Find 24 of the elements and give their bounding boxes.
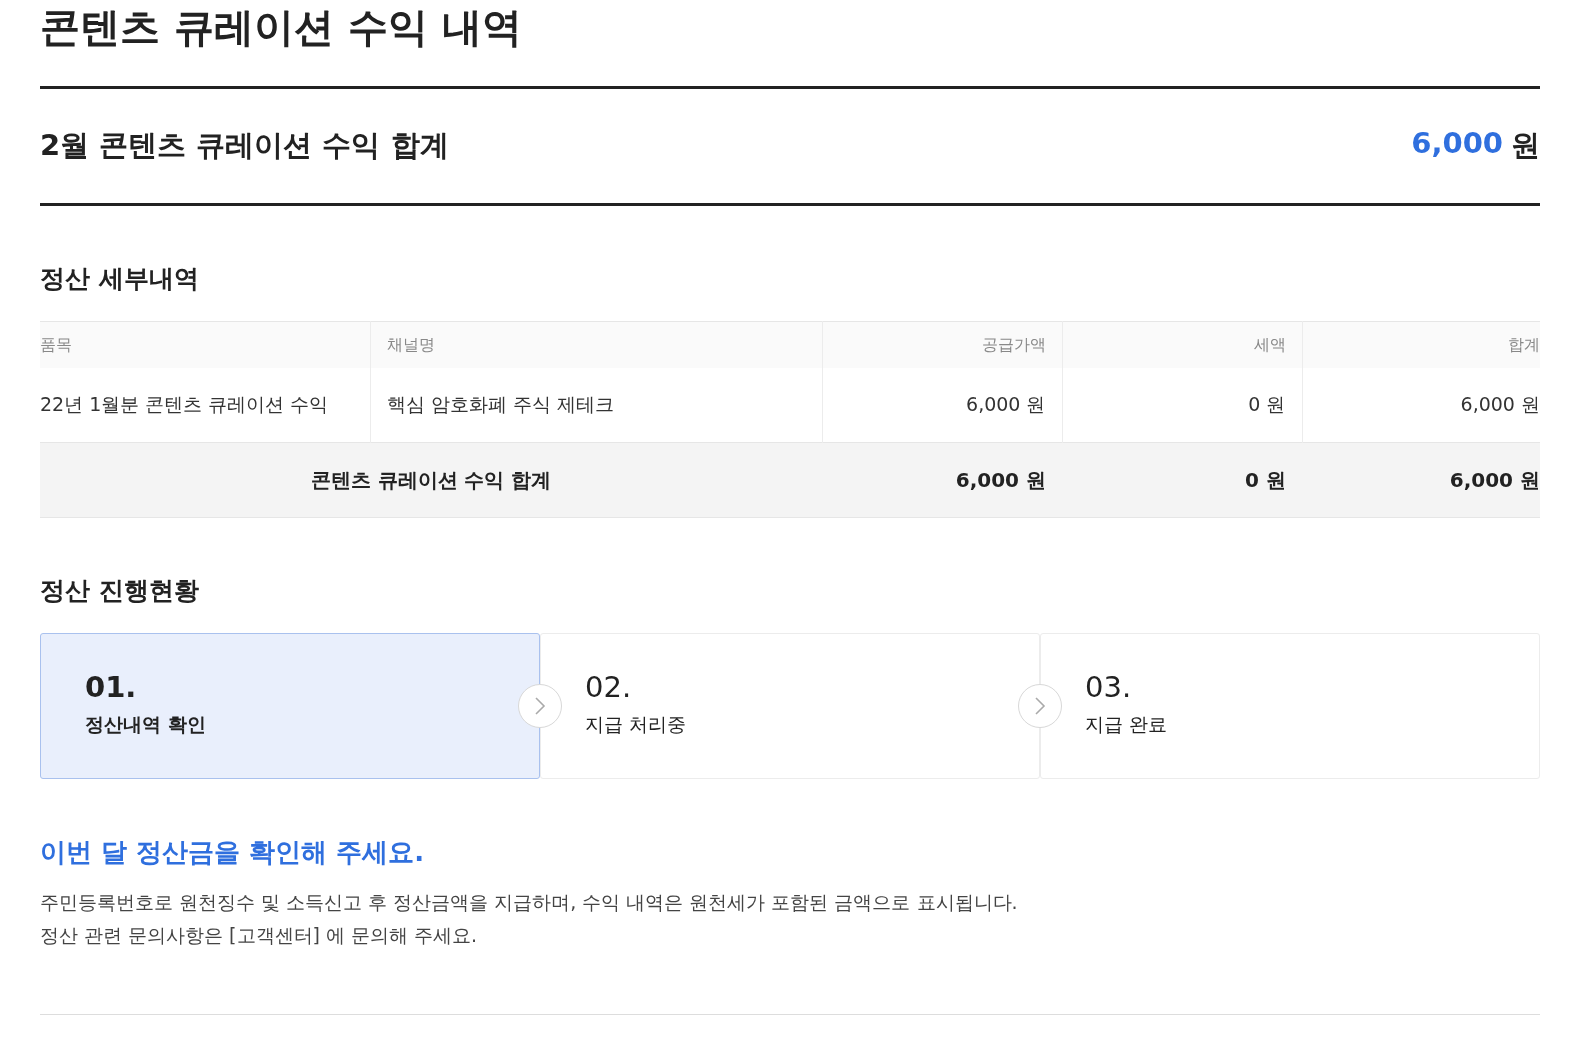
- total-label: 콘텐츠 큐레이션 수익 합계: [40, 442, 822, 518]
- section-heading: 정산 세부내역: [40, 263, 200, 295]
- step-number: 03.: [1085, 670, 1133, 704]
- column-header: 세액: [1062, 321, 1302, 368]
- notice-heading: 이번 달 정산금을 확인해 주세요.: [40, 836, 426, 869]
- column-header: 합계: [1302, 321, 1540, 368]
- page-title: 콘텐츠 큐레이션 수익 내역: [40, 0, 1540, 89]
- notice-text: 정산 관련 문의사항은 [고객센터] 에 문의해 주세요.: [40, 923, 479, 948]
- summary-amount: 6,000 원: [1411, 126, 1540, 164]
- total-cell: 6,000 원: [822, 442, 1062, 518]
- step-label: 지급 처리중: [585, 712, 688, 737]
- step-label: 지급 완료: [1085, 712, 1169, 737]
- section-heading: 정산 진행현황: [40, 575, 200, 607]
- column-header: 공급가액: [822, 321, 1062, 368]
- total-cell: 0 원: [1062, 442, 1302, 518]
- summary-label: 2월 콘텐츠 큐레이션 수익 합계: [40, 127, 449, 164]
- step-label: 정산내역 확인: [85, 712, 207, 737]
- notice-text: 주민등록번호로 원천징수 및 소득신고 후 정산금액을 지급하며, 수익 내역은 원천세가 포함된 금액으로 표시됩니다.: [40, 890, 1019, 915]
- column-header: 채널명: [370, 321, 822, 368]
- step-number: 02.: [585, 670, 633, 704]
- total-cell: 6,000 원: [1302, 442, 1540, 518]
- table-cell: 22년 1월분 콘텐츠 큐레이션 수익: [40, 368, 370, 443]
- column-header: 품목: [40, 321, 370, 368]
- step-number: 01.: [85, 670, 138, 704]
